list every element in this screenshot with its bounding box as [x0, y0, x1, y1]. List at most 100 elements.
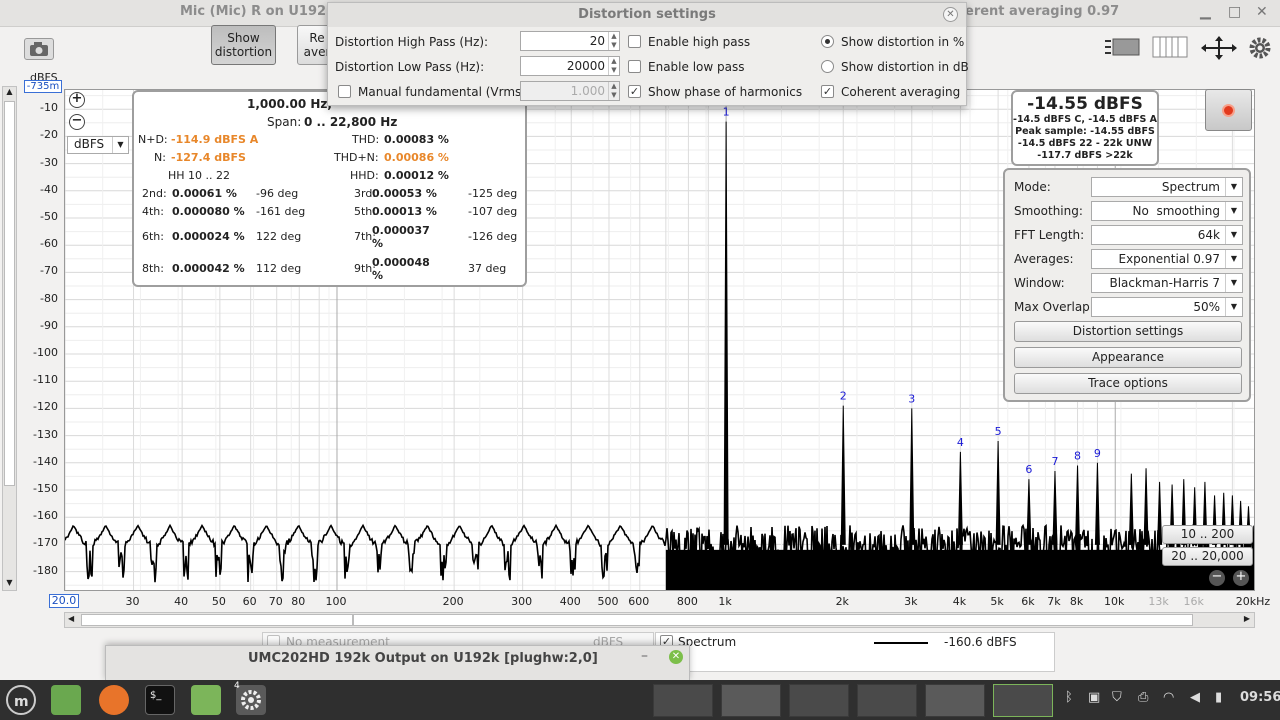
y-tick-label: -70: [40, 264, 58, 278]
layout-icon[interactable]: [1103, 35, 1141, 59]
workspace-1[interactable]: [653, 684, 713, 717]
x-tick-label: 1k: [718, 595, 732, 608]
files-icon[interactable]: [191, 685, 221, 715]
smoothing-value: No smoothing: [1132, 204, 1220, 218]
hhd-label: HHD:: [350, 169, 379, 182]
high-pass-input[interactable]: 20 ▲ ▼: [520, 31, 620, 51]
chevron-down-icon: ▼: [1225, 298, 1242, 316]
terminal-icon[interactable]: $_: [145, 685, 175, 715]
columns-icon[interactable]: [1152, 35, 1188, 59]
printer-icon[interactable]: ⎙: [1138, 690, 1148, 705]
wifi-icon[interactable]: ◠: [1163, 690, 1174, 705]
scroll-down-icon[interactable]: ▼: [3, 578, 16, 590]
smoothing-label: Smoothing:: [1014, 204, 1083, 218]
camera-icon[interactable]: [24, 38, 54, 60]
workspace-6[interactable]: [993, 684, 1053, 717]
zoom-in-icon[interactable]: +: [69, 92, 85, 108]
smoothing-select[interactable]: No smoothing ▼: [1091, 201, 1243, 221]
menu-icon[interactable]: m: [6, 685, 36, 715]
legend-spectrum[interactable]: ✓ Spectrum -160.6 dBFS: [655, 632, 1055, 672]
stepper-icon[interactable]: ▲ ▼: [608, 82, 619, 100]
y-tick-label: -60: [40, 237, 58, 251]
zoom-preset-20-20000[interactable]: 20 .. 20,000: [1162, 547, 1253, 566]
horizontal-scrollbar[interactable]: ◀ ▶: [64, 612, 1255, 628]
record-button[interactable]: [1205, 89, 1252, 131]
show-percent-radio[interactable]: [821, 35, 834, 48]
x-start-box[interactable]: 20.0: [49, 594, 79, 608]
minimize-icon[interactable]: ▁: [1200, 4, 1211, 20]
low-pass-input[interactable]: 20000 ▲ ▼: [520, 56, 620, 76]
record-icon: [1222, 104, 1235, 117]
high-pass-value: 20: [589, 34, 605, 48]
mode-select[interactable]: Spectrum ▼: [1091, 177, 1243, 197]
h-scroll-thumb[interactable]: [81, 614, 353, 626]
settings-app-icon[interactable]: 4: [234, 681, 266, 715]
workspace-4[interactable]: [857, 684, 917, 717]
maximize-icon[interactable]: □: [1228, 4, 1241, 20]
bluetooth-icon[interactable]: ᛒ: [1065, 690, 1073, 705]
manual-fundamental-checkbox[interactable]: [338, 85, 351, 98]
harmonic-peak: [840, 405, 846, 545]
level-line-1: -14.5 dBFS C, -14.5 dBFS A: [1013, 114, 1157, 125]
low-pass-label: Distortion Low Pass (Hz):: [335, 60, 485, 74]
chevron-down-icon: ▼: [1225, 202, 1242, 220]
level-value-box[interactable]: -735m: [24, 80, 62, 93]
firefox-icon[interactable]: [99, 685, 129, 715]
volume-icon[interactable]: ◀: [1190, 690, 1200, 705]
enable-high-pass-checkbox[interactable]: [628, 35, 641, 48]
close-icon[interactable]: ✕: [669, 650, 683, 664]
scroll-left-icon[interactable]: ◀: [68, 614, 74, 623]
n-value: -127.4 dBFS: [171, 151, 246, 164]
output-window[interactable]: UMC202HD 192k Output on U192k [plughw:2,…: [105, 645, 690, 681]
minimize-icon[interactable]: –: [641, 648, 648, 664]
workspace-2[interactable]: [721, 684, 781, 717]
y-tick-label: -140: [33, 454, 58, 468]
averages-select[interactable]: Exponential 0.97 ▼: [1091, 249, 1243, 269]
workspace-5[interactable]: [925, 684, 985, 717]
show-desktop-icon[interactable]: [51, 685, 81, 715]
battery-icon[interactable]: ▮: [1215, 690, 1222, 705]
scroll-up-icon[interactable]: ▲: [3, 87, 16, 99]
stepper-icon[interactable]: ▲ ▼: [608, 57, 619, 75]
show-db-radio[interactable]: [821, 60, 834, 73]
zoom-out-icon[interactable]: −: [69, 114, 85, 130]
spectrum-line-swatch: [874, 642, 928, 644]
harmonic-peak: [957, 451, 963, 545]
coherent-averaging-label: Coherent averaging: [841, 85, 961, 99]
max-overlap-select[interactable]: 50% ▼: [1091, 297, 1243, 317]
x-tick-label: 6k: [1021, 595, 1035, 608]
gear-icon[interactable]: [1247, 35, 1273, 61]
zoom-in-x-icon[interactable]: +: [1233, 570, 1249, 586]
fft-length-select[interactable]: 64k ▼: [1091, 225, 1243, 245]
trace-options-button[interactable]: Trace options: [1014, 373, 1242, 394]
dialog-close-icon[interactable]: ✕: [943, 7, 958, 22]
scroll-right-icon[interactable]: ▶: [1244, 614, 1250, 623]
window-select[interactable]: Blackman-Harris 7 ▼: [1091, 273, 1243, 293]
appearance-button[interactable]: Appearance: [1014, 347, 1242, 368]
spectrum-value: -160.6 dBFS: [944, 635, 1017, 649]
x-tick-label: 100: [325, 595, 347, 608]
fullscreen-icon[interactable]: [1200, 35, 1238, 61]
x-tick-label: 70: [268, 595, 283, 608]
zoom-preset-10-200[interactable]: 10 .. 200: [1162, 525, 1253, 544]
clipboard-icon[interactable]: ▣: [1088, 690, 1100, 705]
vertical-scrollbar[interactable]: ▲ ▼: [2, 86, 17, 591]
distortion-settings-button[interactable]: Distortion settings: [1014, 321, 1242, 342]
stepper-icon[interactable]: ▲ ▼: [608, 32, 619, 50]
close-icon[interactable]: ✕: [1256, 4, 1268, 20]
manual-fundamental-input[interactable]: 1.000 ▲ ▼: [520, 81, 620, 101]
coherent-averaging-checkbox[interactable]: ✓: [821, 85, 834, 98]
enable-low-pass-checkbox[interactable]: [628, 60, 641, 73]
show-db-label: Show distortion in dB: [841, 60, 969, 74]
y-unit-select[interactable]: dBFS ▼: [67, 136, 129, 154]
scroll-thumb[interactable]: [4, 101, 15, 486]
averages-value: Exponential 0.97: [1118, 252, 1221, 266]
zoom-out-x-icon[interactable]: −: [1209, 570, 1225, 586]
h-scroll-track[interactable]: [353, 614, 1193, 626]
fundamental-peak: [723, 121, 729, 545]
thdn-value: 0.00086 %: [384, 151, 449, 164]
show-phase-checkbox[interactable]: ✓: [628, 85, 641, 98]
shield-icon[interactable]: ⛉: [1112, 690, 1122, 705]
workspace-3[interactable]: [789, 684, 849, 717]
show-distortion-button[interactable]: Show distortion: [211, 25, 276, 65]
